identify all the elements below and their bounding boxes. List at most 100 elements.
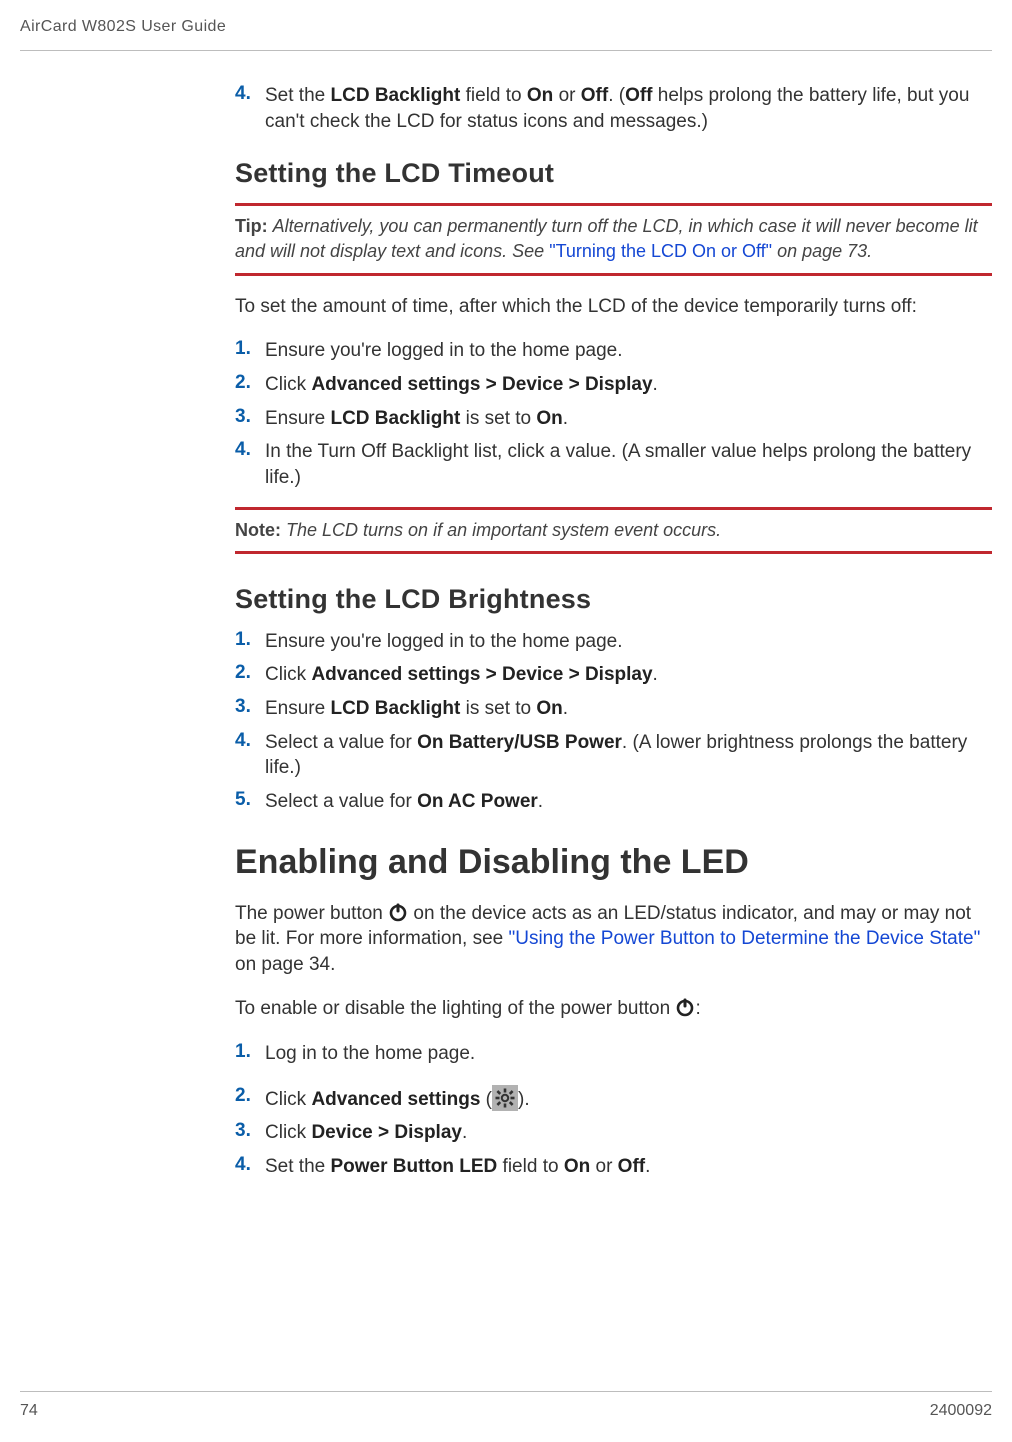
list-item: 4. Set the LCD Backlight field to On or … [235,83,992,134]
text: . [653,664,658,685]
text: Click [265,664,311,685]
note-label: Note: [235,520,286,540]
step-text: Select a value for On Battery/USB Power.… [265,730,992,781]
text: Ensure [265,698,330,719]
intro-text: To set the amount of time, after which t… [235,294,992,320]
list-item: 3. Ensure LCD Backlight is set to On. [235,696,992,722]
list-item: 4. In the Turn Off Backlight list, click… [235,439,992,490]
text: on page 34. [235,954,335,975]
power-icon [675,997,695,1017]
running-head: AirCard W802S User Guide [20,18,992,51]
led-para1: The power button on the device acts as a… [235,901,992,978]
step-text: In the Turn Off Backlight list, click a … [265,439,992,490]
xref-link[interactable]: "Turning the LCD On or Off" [549,241,772,261]
text: field to [460,85,527,106]
list-item: 2. Click Advanced settings > Device > Di… [235,372,992,398]
step-number: 2. [235,662,265,688]
step-text: Set the LCD Backlight field to On or Off… [265,83,992,134]
text: Select a value for [265,732,417,753]
step-text: Ensure LCD Backlight is set to On. [265,696,568,722]
ui-term: Advanced settings [311,1089,480,1110]
ui-term: On Battery/USB Power [417,732,622,753]
ui-term: Off [625,85,652,106]
step-number: 3. [235,406,265,432]
step-number: 1. [235,629,265,655]
page-container: AirCard W802S User Guide 4. Set the LCD … [0,0,1012,1442]
text: is set to [460,698,536,719]
power-icon [388,902,408,922]
list-item: 3. Click Device > Display. [235,1120,992,1146]
text: field to [497,1156,564,1177]
gear-icon [492,1085,518,1111]
ui-term: On [527,85,553,106]
ui-term: Off [581,85,608,106]
timeout-steps: 1. Ensure you're logged in to the home p… [235,338,992,490]
pre-list: 4. Set the LCD Backlight field to On or … [235,83,992,134]
step-text: Ensure you're logged in to the home page… [265,338,622,364]
list-item: 1. Ensure you're logged in to the home p… [235,629,992,655]
text: . [645,1156,650,1177]
ui-term: Device > Display [311,1122,462,1143]
note-callout: Note: The LCD turns on if an important s… [235,518,992,543]
page-number: 74 [20,1402,38,1420]
led-steps: 1. Log in to the home page. 2. Click Adv… [235,1041,992,1180]
doc-number: 2400092 [930,1402,992,1420]
step-text: Click Advanced settings (). [265,1085,530,1113]
callout-rule-bottom [235,273,992,276]
ui-term: LCD Backlight [330,408,460,429]
text: . [538,791,543,812]
step-number: 4. [235,1154,265,1180]
text: Click [265,1122,311,1143]
callout-rule-top [235,203,992,206]
ui-term: LCD Backlight [331,85,461,106]
step-text: Click Advanced settings > Device > Displ… [265,662,658,688]
callout-rule-bottom [235,551,992,554]
note-text: The LCD turns on if an important system … [286,520,721,540]
ui-term: On [536,698,562,719]
step-text: Select a value for On AC Power. [265,789,543,815]
ui-term: Advanced settings > Device > Display [311,374,652,395]
heading-lcd-brightness: Setting the LCD Brightness [235,584,992,615]
list-item: 2. Click Advanced settings > Device > Di… [235,662,992,688]
list-item: 4. Select a value for On Battery/USB Pow… [235,730,992,781]
ui-term: Off [618,1156,645,1177]
ui-term: On [564,1156,590,1177]
ui-term: On AC Power [417,791,538,812]
step-number: 1. [235,338,265,364]
heading-led: Enabling and Disabling the LED [235,843,992,882]
text: Click [265,374,311,395]
xref-link[interactable]: "Using the Power Button to Determine the… [509,928,981,949]
page-footer: 74 2400092 [20,1391,992,1420]
text: or [590,1156,617,1177]
heading-lcd-timeout: Setting the LCD Timeout [235,158,992,189]
text: Select a value for [265,791,417,812]
text: To enable or disable the lighting of the… [235,998,675,1019]
step-number: 2. [235,1085,265,1113]
text: or [553,85,580,106]
tip-text: on page 73. [772,241,872,261]
step-text: Log in to the home page. [265,1041,475,1067]
list-item: 1. Log in to the home page. [235,1041,992,1067]
step-number: 4. [235,730,265,781]
text: . [563,408,568,429]
step-number: 1. [235,1041,265,1067]
list-item: 3. Ensure LCD Backlight is set to On. [235,406,992,432]
tip-callout: Tip: Alternatively, you can permanently … [235,214,992,264]
text: Ensure [265,408,330,429]
step-text: Click Device > Display. [265,1120,467,1146]
step-number: 3. [235,696,265,722]
text: . [563,698,568,719]
content-area: 4. Set the LCD Backlight field to On or … [235,51,992,1180]
step-number: 2. [235,372,265,398]
ui-term: Advanced settings > Device > Display [311,664,652,685]
text: is set to [460,408,536,429]
step-number: 3. [235,1120,265,1146]
step-text: Click Advanced settings > Device > Displ… [265,372,658,398]
led-para2: To enable or disable the lighting of the… [235,996,992,1022]
tip-label: Tip: [235,216,273,236]
ui-term: Power Button LED [331,1156,498,1177]
text: The power button [235,903,388,924]
list-item: 5. Select a value for On AC Power. [235,789,992,815]
brightness-steps: 1. Ensure you're logged in to the home p… [235,629,992,815]
ui-term: LCD Backlight [330,698,460,719]
